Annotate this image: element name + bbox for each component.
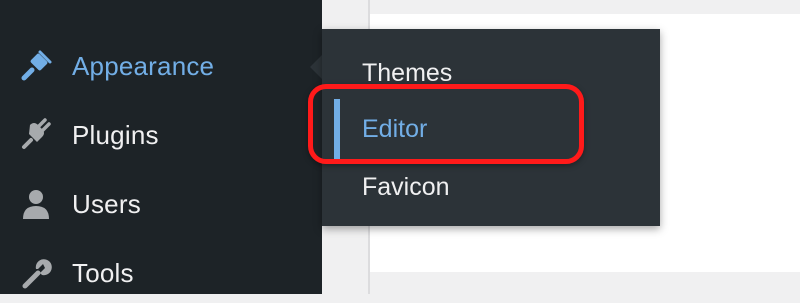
sidebar-item-label: Plugins — [72, 119, 159, 150]
submenu-item-favicon[interactable]: Favicon — [362, 173, 450, 202]
sidebar-item-users[interactable]: Users — [0, 174, 322, 234]
sidebar-item-label: Appearance — [72, 50, 215, 81]
sidebar-item-appearance[interactable]: Appearance — [0, 36, 322, 96]
paintbrush-icon — [18, 48, 54, 84]
sidebar-item-label: Users — [72, 188, 141, 219]
plug-icon — [18, 117, 54, 153]
sidebar-item-tools[interactable]: Tools — [0, 243, 322, 303]
submenu-pointer — [310, 55, 322, 79]
user-icon — [18, 186, 54, 222]
wrench-icon — [18, 255, 54, 291]
admin-sidebar: Appearance Plugins Users Tools — [0, 0, 322, 294]
current-item-indicator — [334, 99, 340, 159]
sidebar-item-plugins[interactable]: Plugins — [0, 105, 322, 165]
submenu-item-editor[interactable]: Editor — [362, 115, 427, 144]
submenu-item-themes[interactable]: Themes — [362, 59, 452, 88]
appearance-submenu: Themes Editor Favicon — [322, 29, 660, 226]
sidebar-item-label: Tools — [72, 257, 134, 288]
